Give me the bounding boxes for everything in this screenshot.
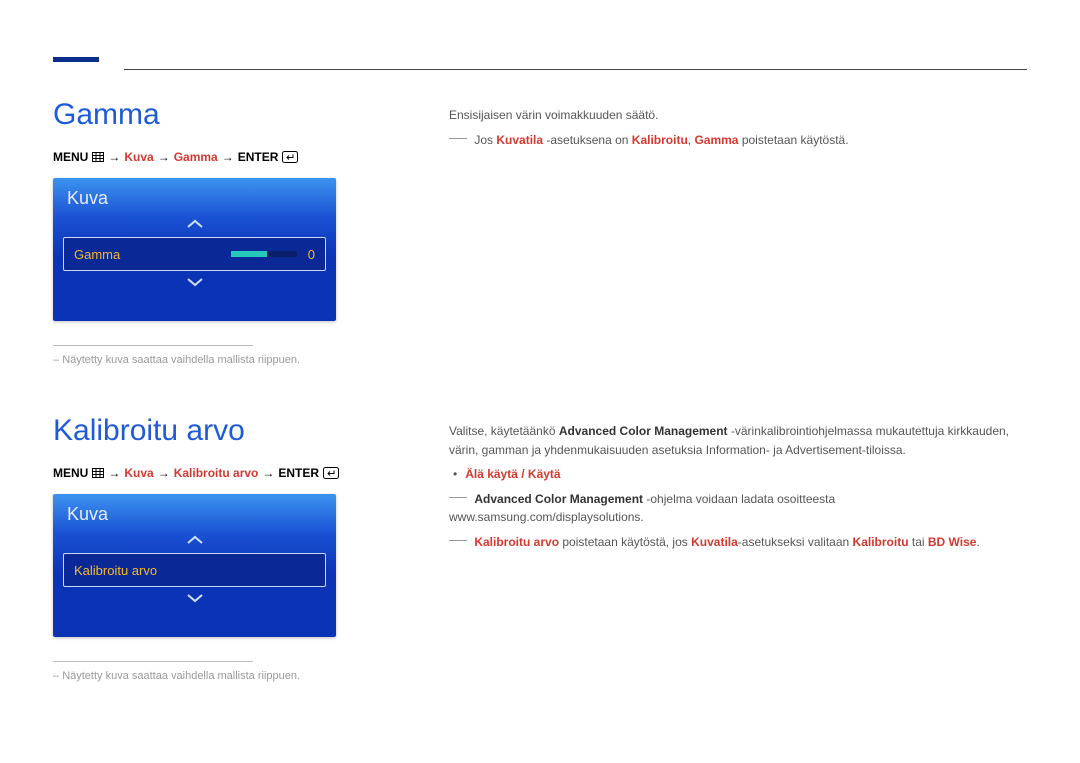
menu-word: MENU <box>53 466 88 480</box>
osd-bottom-pad <box>53 293 336 321</box>
enter-icon <box>282 151 298 163</box>
osd-row-label: Gamma <box>74 247 120 262</box>
left-column: Kalibroitu arvo MENU → Kuva → Kalibroitu… <box>53 414 449 682</box>
body-line: Ensisijaisen värin voimakkuuden säätö. <box>449 106 1027 125</box>
txt: -asetuksena on <box>543 133 632 147</box>
txt: -asetukseksi valitaan <box>738 535 853 549</box>
txt-bold: Kalibroitu <box>632 133 688 147</box>
menu-word: MENU <box>53 150 88 164</box>
txt-bold: Kuvatila <box>691 535 738 549</box>
arrow: → <box>158 466 170 480</box>
osd-row-kalibroitu[interactable]: Kalibroitu arvo <box>63 553 326 587</box>
txt-bold: Advanced Color Management <box>474 492 643 506</box>
osd-panel-kalibroitu: Kuva Kalibroitu arvo <box>53 494 336 637</box>
body-note: Advanced Color Management -ohjelma voida… <box>449 490 1027 527</box>
osd-up-caret[interactable] <box>53 531 336 551</box>
option-toggle: Älä käytä / Käytä <box>465 467 560 481</box>
txt: poistetaan käytöstä, jos <box>559 535 691 549</box>
osd-bottom-pad <box>53 609 336 637</box>
top-horizontal-rule <box>124 69 1027 70</box>
path-kuva: Kuva <box>124 466 153 480</box>
top-accent-bar <box>53 57 99 62</box>
osd-slider-fill <box>231 251 267 257</box>
section-gamma: Gamma MENU → Kuva → Gamma → ENTER Kuva <box>53 98 1027 366</box>
txt-bold: Kuvatila <box>496 133 543 147</box>
note-dash-icon <box>449 138 467 139</box>
osd-panel-gamma: Kuva Gamma 0 <box>53 178 336 321</box>
option-bullet: Älä käytä / Käytä <box>449 465 1027 484</box>
heading-gamma: Gamma <box>53 98 449 132</box>
footnote-rule <box>53 661 253 662</box>
body-line: Valitse, käytetäänkö Advanced Color Mana… <box>449 422 1027 459</box>
arrow: → <box>222 150 234 164</box>
right-column: Ensisijaisen värin voimakkuuden säätö. J… <box>449 98 1027 155</box>
osd-row-gamma[interactable]: Gamma 0 <box>63 237 326 271</box>
txt-bold: Gamma <box>694 133 738 147</box>
enter-icon <box>323 467 339 479</box>
osd-slider[interactable] <box>231 251 297 257</box>
manual-page: Gamma MENU → Kuva → Gamma → ENTER Kuva <box>0 0 1080 763</box>
osd-title: Kuva <box>53 494 336 531</box>
footnote-rule <box>53 345 253 346</box>
txt: tai <box>909 535 928 549</box>
osd-slider-value: 0 <box>305 247 315 262</box>
note-dash-icon <box>449 497 467 498</box>
left-column: Gamma MENU → Kuva → Gamma → ENTER Kuva <box>53 98 449 366</box>
body-note: Kalibroitu arvo poistetaan käytöstä, jos… <box>449 533 1027 552</box>
txt-bold: BD Wise <box>928 535 977 549</box>
note-dash-icon <box>449 540 467 541</box>
arrow: → <box>158 150 170 164</box>
enter-word: ENTER <box>238 150 279 164</box>
footnote-content: Näytetty kuva saattaa vaihdella mallista… <box>62 670 300 682</box>
txt: . <box>976 535 979 549</box>
section-gap <box>53 366 1027 414</box>
body-note: Jos Kuvatila -asetuksena on Kalibroitu, … <box>449 131 1027 150</box>
footnote-text: – Näytetty kuva saattaa vaihdella mallis… <box>53 354 449 366</box>
menu-grid-icon <box>92 468 104 478</box>
osd-title: Kuva <box>53 178 336 215</box>
menu-breadcrumb: MENU → Kuva → Gamma → ENTER <box>53 150 449 164</box>
section-kalibroitu: Kalibroitu arvo MENU → Kuva → Kalibroitu… <box>53 414 1027 682</box>
osd-down-caret[interactable] <box>53 589 336 609</box>
menu-grid-icon <box>92 152 104 162</box>
osd-up-caret[interactable] <box>53 215 336 235</box>
osd-slider-wrap: 0 <box>231 247 315 262</box>
path-gamma: Gamma <box>174 150 218 164</box>
menu-breadcrumb: MENU → Kuva → Kalibroitu arvo → ENTER <box>53 466 449 480</box>
arrow: → <box>108 466 120 480</box>
heading-kalibroitu: Kalibroitu arvo <box>53 414 449 448</box>
footnote-content: Näytetty kuva saattaa vaihdella mallista… <box>62 354 300 366</box>
path-kuva: Kuva <box>124 150 153 164</box>
arrow: → <box>262 466 274 480</box>
txt: Jos <box>474 133 496 147</box>
txt-bold: Kalibroitu <box>853 535 909 549</box>
footnote-text: – Näytetty kuva saattaa vaihdella mallis… <box>53 670 449 682</box>
txt: poistetaan käytöstä. <box>738 133 848 147</box>
osd-down-caret[interactable] <box>53 273 336 293</box>
txt-bold: Kalibroitu arvo <box>474 535 559 549</box>
path-kalibroitu: Kalibroitu arvo <box>174 466 259 480</box>
right-column: Valitse, käytetäänkö Advanced Color Mana… <box>449 414 1027 558</box>
arrow: → <box>108 150 120 164</box>
osd-row-label: Kalibroitu arvo <box>74 563 157 578</box>
txt-bold: Advanced Color Management <box>559 424 728 438</box>
enter-word: ENTER <box>278 466 319 480</box>
txt: Valitse, käytetäänkö <box>449 424 559 438</box>
